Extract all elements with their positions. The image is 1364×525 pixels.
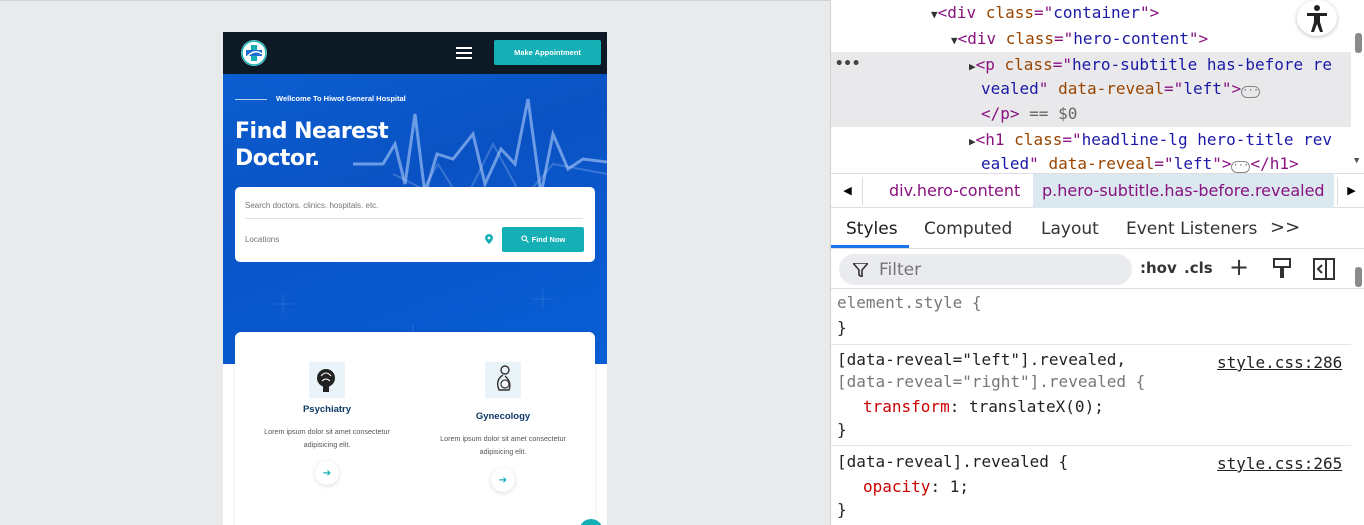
dom-scrollbar-thumb[interactable] bbox=[1355, 33, 1362, 53]
tab-styles[interactable]: Styles bbox=[846, 219, 898, 239]
brain-icon bbox=[309, 362, 345, 398]
breadcrumb-scroll-right-icon[interactable]: ▶ bbox=[1337, 177, 1364, 205]
expand-triangle-icon[interactable]: ▶ bbox=[969, 60, 976, 73]
active-tab-indicator bbox=[831, 245, 909, 248]
styles-scrollbar-thumb[interactable] bbox=[1355, 267, 1362, 287]
services-card: Psychiatry Lorem ipsum dolor sit amet co… bbox=[235, 332, 595, 525]
mobile-page-preview: Make Appointment Wellcome To Hiwot Gener… bbox=[223, 32, 607, 525]
rule-data-reveal-left-right[interactable]: [data-reveal="left"].revealed, [data-rev… bbox=[831, 345, 1351, 446]
expand-triangle-icon[interactable]: ▶ bbox=[969, 135, 976, 148]
service-desc-line2: adipisicing elit. bbox=[479, 447, 527, 456]
more-tabs-chevron-icon[interactable]: >> bbox=[1270, 217, 1300, 238]
find-now-button[interactable]: Find Now bbox=[502, 227, 584, 252]
dom-node-p-close: </p> == $0 bbox=[981, 104, 1078, 123]
styles-filter bbox=[839, 254, 1132, 285]
new-style-rule-plus-icon[interactable]: + bbox=[1229, 253, 1249, 281]
arrow-right-icon: ➔ bbox=[498, 474, 508, 486]
site-header: Make Appointment bbox=[223, 32, 607, 74]
breadcrumb-hero-subtitle[interactable]: p.hero-subtitle.has-before.revealed bbox=[1033, 174, 1334, 208]
filter-funnel-icon bbox=[853, 263, 868, 277]
service-desc-line1: Lorem ipsum dolor sit amet consectetur bbox=[440, 434, 566, 443]
declaration-transform[interactable]: transform: translateX(0); bbox=[863, 396, 1104, 418]
location-input[interactable] bbox=[245, 227, 485, 251]
browser-viewport: Make Appointment Wellcome To Hiwot Gener… bbox=[0, 0, 830, 525]
dom-node-container[interactable]: ▼<div class="container"> bbox=[931, 1, 1159, 27]
dom-node-hero-subtitle-cont[interactable]: vealed" data-reveal="left">··· bbox=[981, 77, 1261, 101]
source-link[interactable]: style.css:286 bbox=[1217, 352, 1342, 374]
service-desc-line1: Lorem ipsum dolor sit amet consectetur bbox=[264, 427, 390, 436]
tab-layout[interactable]: Layout bbox=[1041, 219, 1099, 239]
subtitle-decor-line bbox=[235, 99, 267, 100]
search-icon bbox=[520, 235, 529, 243]
accessibility-icon[interactable] bbox=[1297, 0, 1337, 36]
class-toggle[interactable]: .cls bbox=[1184, 259, 1213, 277]
styles-toolbar: :hov .cls + bbox=[831, 249, 1364, 289]
declaration-opacity[interactable]: opacity: 1; bbox=[863, 476, 969, 498]
service-gynecology: Gynecology Lorem ipsum dolor sit amet co… bbox=[413, 362, 593, 492]
service-arrow-button[interactable]: ➔ bbox=[315, 461, 339, 485]
location-pin-icon bbox=[485, 234, 493, 244]
service-description: Lorem ipsum dolor sit amet consectetur a… bbox=[237, 425, 417, 451]
menu-hamburger-icon[interactable] bbox=[456, 47, 472, 59]
devtools-subtabs: Styles Computed Layout Event Listeners >… bbox=[831, 208, 1364, 249]
dom-node-hero-title[interactable]: ▶<h1 class="headline-lg hero-title rev bbox=[969, 128, 1332, 154]
pregnancy-icon bbox=[485, 362, 521, 398]
service-description: Lorem ipsum dolor sit amet consectetur a… bbox=[413, 432, 593, 458]
dom-node-hero-content[interactable]: ▼<div class="hero-content"> bbox=[951, 27, 1208, 53]
styles-rules-pane: element.style { } [data-reveal="left"].r… bbox=[831, 267, 1364, 525]
tab-event-listeners[interactable]: Event Listeners bbox=[1126, 219, 1257, 239]
hero-title-line1: Find Nearest bbox=[235, 119, 389, 144]
service-title: Gynecology bbox=[475, 411, 531, 422]
arrow-right-icon: ➔ bbox=[322, 467, 332, 479]
dom-node-hero-title-cont[interactable]: ealed" data-reveal="left">···</h1> bbox=[981, 152, 1299, 173]
hero-subtitle: Wellcome To Hiwot General Hospital bbox=[276, 94, 406, 103]
search-card: Find Now bbox=[235, 187, 595, 262]
rule-element-style[interactable]: element.style { } bbox=[831, 289, 1351, 345]
collapse-triangle-icon[interactable]: ▼ bbox=[951, 34, 958, 47]
collapse-triangle-icon[interactable]: ▼ bbox=[931, 8, 938, 21]
search-input[interactable] bbox=[245, 193, 583, 219]
devtools-panel: ▼<div class="container"> ▼<div class="he… bbox=[830, 0, 1364, 525]
dom-node-hero-subtitle[interactable]: ▶<p class="hero-subtitle has-before re bbox=[969, 53, 1332, 79]
dom-breadcrumbs: ◀ div.hero-content p.hero-subtitle.has-b… bbox=[831, 173, 1364, 208]
collapsed-content-pill[interactable]: ··· bbox=[1241, 86, 1261, 98]
styles-filter-input[interactable] bbox=[879, 254, 1119, 285]
toggle-sidebar-icon[interactable] bbox=[1313, 258, 1335, 280]
service-title: Psychiatry bbox=[302, 404, 352, 415]
rule-data-reveal[interactable]: [data-reveal].revealed { opacity: 1; } s… bbox=[831, 446, 1351, 525]
hero-title-line2: Doctor. bbox=[235, 146, 320, 171]
hospital-logo-icon[interactable] bbox=[241, 40, 267, 66]
source-link[interactable]: style.css:265 bbox=[1217, 453, 1342, 475]
hover-state-toggle[interactable]: :hov bbox=[1140, 259, 1177, 277]
collapsed-content-pill[interactable]: ··· bbox=[1231, 161, 1251, 173]
hero-section: Wellcome To Hiwot General Hospital Find … bbox=[223, 74, 607, 364]
hero-title: Find Nearest Doctor. bbox=[235, 118, 455, 172]
service-psychiatry: Psychiatry Lorem ipsum dolor sit amet co… bbox=[237, 362, 417, 485]
paint-brush-icon[interactable] bbox=[1272, 258, 1294, 280]
find-now-label: Find Now bbox=[531, 235, 566, 244]
tab-computed[interactable]: Computed bbox=[924, 219, 1012, 239]
elements-dom-tree: ▼<div class="container"> ▼<div class="he… bbox=[831, 0, 1364, 173]
service-desc-line2: adipisicing elit. bbox=[303, 440, 351, 449]
scroll-down-icon[interactable]: ▼ bbox=[1354, 156, 1359, 166]
service-arrow-button[interactable]: ➔ bbox=[491, 468, 515, 492]
node-actions-ellipsis[interactable]: ••• bbox=[835, 52, 860, 76]
breadcrumb-scroll-left-icon[interactable]: ◀ bbox=[833, 177, 863, 205]
breadcrumb-hero-content[interactable]: div.hero-content bbox=[889, 181, 1020, 200]
make-appointment-button[interactable]: Make Appointment bbox=[494, 40, 601, 65]
